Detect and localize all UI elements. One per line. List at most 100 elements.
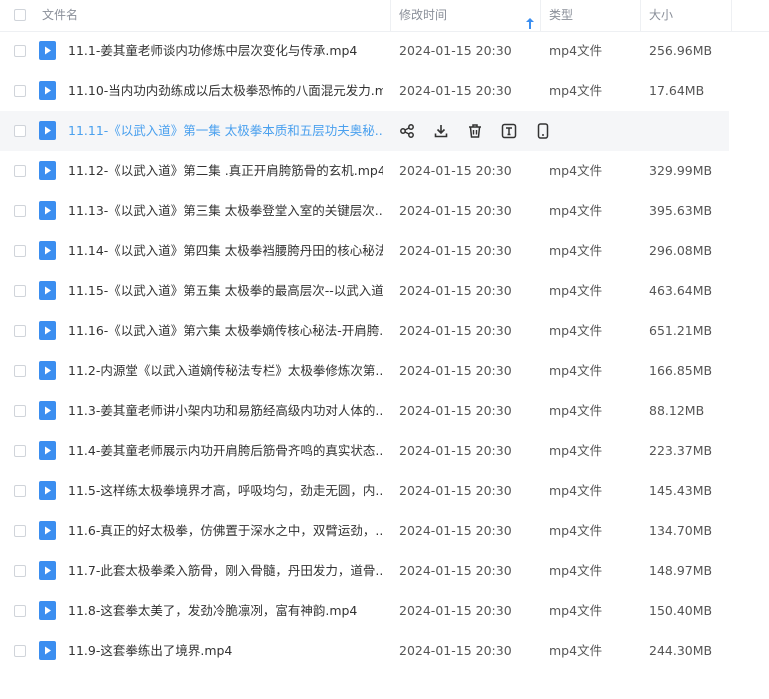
file-name[interactable]: 11.9-这套拳练出了境界.mp4 (68, 631, 232, 671)
file-row[interactable]: 11.4-姜其童老师展示内功开肩胯后筋骨齐鸣的真实状态... 2024-01-15… (0, 431, 769, 471)
file-row[interactable]: 11.5-这样练太极拳境界才高，呼吸均匀，劲走无圆，内... 2024-01-15… (0, 471, 769, 511)
row-checkbox[interactable] (14, 605, 26, 617)
row-checkbox[interactable] (14, 565, 26, 577)
video-file-icon (39, 441, 56, 460)
file-name[interactable]: 11.2-内源堂《以武入道嫡传秘法专栏》太极拳修炼次第... (68, 351, 383, 391)
file-name[interactable]: 11.15-《以武入道》第五集 太极拳的最高层次--以武入道... (68, 271, 383, 311)
select-all-checkbox[interactable] (14, 9, 26, 21)
file-name[interactable]: 11.3-姜其童老师讲小架内功和易筋经高级内功对人体的... (68, 391, 383, 431)
row-checkbox[interactable] (14, 645, 26, 657)
file-name[interactable]: 11.7-此套太极拳柔入筋骨，刚入骨髓，丹田发力，道骨... (68, 551, 383, 591)
file-row[interactable]: 11.6-真正的好太极拳，仿佛置于深水之中，双臂运劲，... 2024-01-15… (0, 511, 769, 551)
row-checkbox[interactable] (14, 45, 26, 57)
video-file-icon (39, 241, 56, 260)
column-header-modified[interactable]: 修改时间 (391, 0, 540, 31)
row-checkbox[interactable] (14, 525, 26, 537)
modified-time: 2024-01-15 20:30 (399, 203, 512, 218)
file-name[interactable]: 11.12-《以武入道》第二集 .真正开肩胯筋骨的玄机.mp4 (68, 151, 383, 191)
row-checkbox[interactable] (14, 325, 26, 337)
share-icon[interactable] (398, 122, 416, 140)
file-size: 651.21MB (649, 323, 713, 338)
row-checkbox[interactable] (14, 405, 26, 417)
file-size: 17.64MB (649, 83, 705, 98)
file-name[interactable]: 11.1-姜其童老师谈内功修炼中层次变化与传承.mp4 (68, 31, 357, 71)
file-size: 148.97MB (649, 563, 713, 578)
modified-time: 2024-01-15 20:30 (399, 163, 512, 178)
row-checkbox[interactable] (14, 285, 26, 297)
file-name[interactable]: 11.16-《以武入道》第六集 太极拳嫡传核心秘法-开肩胯... (68, 311, 383, 351)
row-checkbox[interactable] (14, 205, 26, 217)
file-row[interactable]: 11.12-《以武入道》第二集 .真正开肩胯筋骨的玄机.mp4 2024-01-1… (0, 151, 769, 191)
modified-time: 2024-01-15 20:30 (399, 283, 512, 298)
file-row[interactable]: 11.1-姜其童老师谈内功修炼中层次变化与传承.mp4 2024-01-15 20… (0, 31, 769, 71)
file-type: mp4文件 (549, 643, 603, 658)
video-file-icon (39, 641, 56, 660)
file-row[interactable]: 11.14-《以武入道》第四集 太极拳裆腰胯丹田的核心秘法... 2024-01-… (0, 231, 769, 271)
file-name[interactable]: 11.13-《以武入道》第三集 太极拳登堂入室的关键层次... (68, 191, 383, 231)
file-size: 296.08MB (649, 243, 713, 258)
file-name[interactable]: 11.5-这样练太极拳境界才高，呼吸均匀，劲走无圆，内... (68, 471, 383, 511)
file-row[interactable]: 11.7-此套太极拳柔入筋骨，刚入骨髓，丹田发力，道骨... 2024-01-15… (0, 551, 769, 591)
file-row[interactable]: 11.2-内源堂《以武入道嫡传秘法专栏》太极拳修炼次第... 2024-01-15… (0, 351, 769, 391)
column-header-type[interactable]: 类型 (541, 0, 640, 31)
video-file-icon (39, 401, 56, 420)
row-checkbox[interactable] (14, 245, 26, 257)
modified-time: 2024-01-15 20:30 (399, 83, 512, 98)
file-row[interactable]: 11.9-这套拳练出了境界.mp4 2024-01-15 20:30 mp4文件 24… (0, 631, 769, 671)
file-type: mp4文件 (549, 523, 603, 538)
modified-time: 2024-01-15 20:30 (399, 403, 512, 418)
modified-time: 2024-01-15 20:30 (399, 523, 512, 538)
file-size: 329.99MB (649, 163, 713, 178)
phone-icon[interactable] (534, 122, 552, 140)
file-row[interactable]: 11.13-《以武入道》第三集 太极拳登堂入室的关键层次... 2024-01-1… (0, 191, 769, 231)
file-name[interactable]: 11.8-这套拳太美了，发劲冷脆凛冽，富有神韵.mp4 (68, 591, 357, 631)
column-header-size[interactable]: 大小 (641, 0, 731, 31)
file-row[interactable]: 11.8-这套拳太美了，发劲冷脆凛冽，富有神韵.mp4 2024-01-15 20… (0, 591, 769, 631)
file-size: 395.63MB (649, 203, 713, 218)
file-name[interactable]: 11.4-姜其童老师展示内功开肩胯后筋骨齐鸣的真实状态... (68, 431, 383, 471)
row-checkbox[interactable] (14, 485, 26, 497)
modified-time: 2024-01-15 20:30 (399, 43, 512, 58)
column-divider (731, 0, 732, 31)
file-size: 134.70MB (649, 523, 713, 538)
video-file-icon (39, 81, 56, 100)
video-file-icon (39, 601, 56, 620)
rename-icon[interactable] (500, 122, 518, 140)
file-row[interactable]: 11.16-《以武入道》第六集 太极拳嫡传核心秘法-开肩胯... 2024-01-… (0, 311, 769, 351)
file-name[interactable]: 11.6-真正的好太极拳，仿佛置于深水之中，双臂运劲，... (68, 511, 383, 551)
file-size: 244.30MB (649, 643, 713, 658)
file-row[interactable]: 11.10-当内功内劲练成以后太极拳恐怖的八面混元发力.m... 2024-01-… (0, 71, 769, 111)
file-type: mp4文件 (549, 163, 603, 178)
file-size: 150.40MB (649, 603, 713, 618)
file-name[interactable]: 11.11-《以武入道》第一集 太极拳本质和五层功夫奥秘.... (68, 111, 383, 151)
file-size: 463.64MB (649, 283, 713, 298)
file-size: 223.37MB (649, 443, 713, 458)
file-type: mp4文件 (549, 243, 603, 258)
row-checkbox[interactable] (14, 125, 26, 137)
column-header-name[interactable]: 文件名 (34, 0, 390, 31)
row-checkbox[interactable] (14, 165, 26, 177)
file-type: mp4文件 (549, 363, 603, 378)
file-name[interactable]: 11.10-当内功内劲练成以后太极拳恐怖的八面混元发力.m... (68, 71, 383, 111)
file-type: mp4文件 (549, 483, 603, 498)
delete-icon[interactable] (466, 122, 484, 140)
column-header-modified-label: 修改时间 (399, 8, 448, 22)
row-checkbox[interactable] (14, 445, 26, 457)
video-file-icon (39, 481, 56, 500)
modified-time: 2024-01-15 20:30 (399, 563, 512, 578)
modified-time: 2024-01-15 20:30 (399, 603, 512, 618)
video-file-icon (39, 361, 56, 380)
file-row[interactable]: 11.3-姜其童老师讲小架内功和易筋经高级内功对人体的... 2024-01-15… (0, 391, 769, 431)
modified-time: 2024-01-15 20:30 (399, 363, 512, 378)
file-name[interactable]: 11.14-《以武入道》第四集 太极拳裆腰胯丹田的核心秘法... (68, 231, 383, 271)
download-icon[interactable] (432, 122, 450, 140)
file-row[interactable]: 11.11-《以武入道》第一集 太极拳本质和五层功夫奥秘.... (0, 111, 729, 151)
row-checkbox[interactable] (14, 365, 26, 377)
file-list: 11.1-姜其童老师谈内功修炼中层次变化与传承.mp4 2024-01-15 20… (0, 31, 769, 671)
file-type: mp4文件 (549, 83, 603, 98)
video-file-icon (39, 41, 56, 60)
file-type: mp4文件 (549, 283, 603, 298)
file-size: 145.43MB (649, 483, 713, 498)
file-row[interactable]: 11.15-《以武入道》第五集 太极拳的最高层次--以武入道... 2024-01… (0, 271, 769, 311)
row-checkbox[interactable] (14, 85, 26, 97)
